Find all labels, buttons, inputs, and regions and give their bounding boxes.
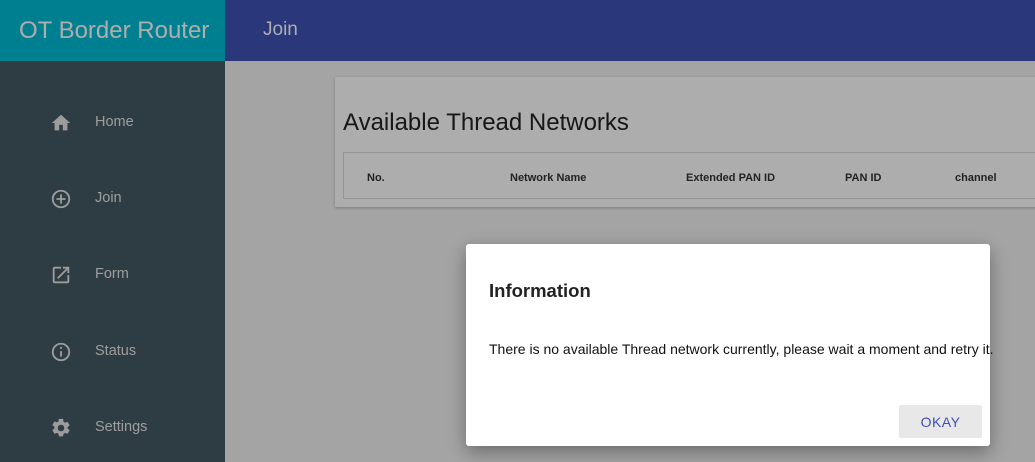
information-dialog: Information There is no available Thread… bbox=[466, 244, 994, 446]
dialog-title: Information bbox=[489, 280, 591, 301]
dialog-message: There is no available Thread network cur… bbox=[489, 341, 994, 357]
app: OT Border Router Home Join Form Status S… bbox=[0, 0, 1035, 462]
okay-button[interactable]: OKAY bbox=[899, 405, 982, 438]
